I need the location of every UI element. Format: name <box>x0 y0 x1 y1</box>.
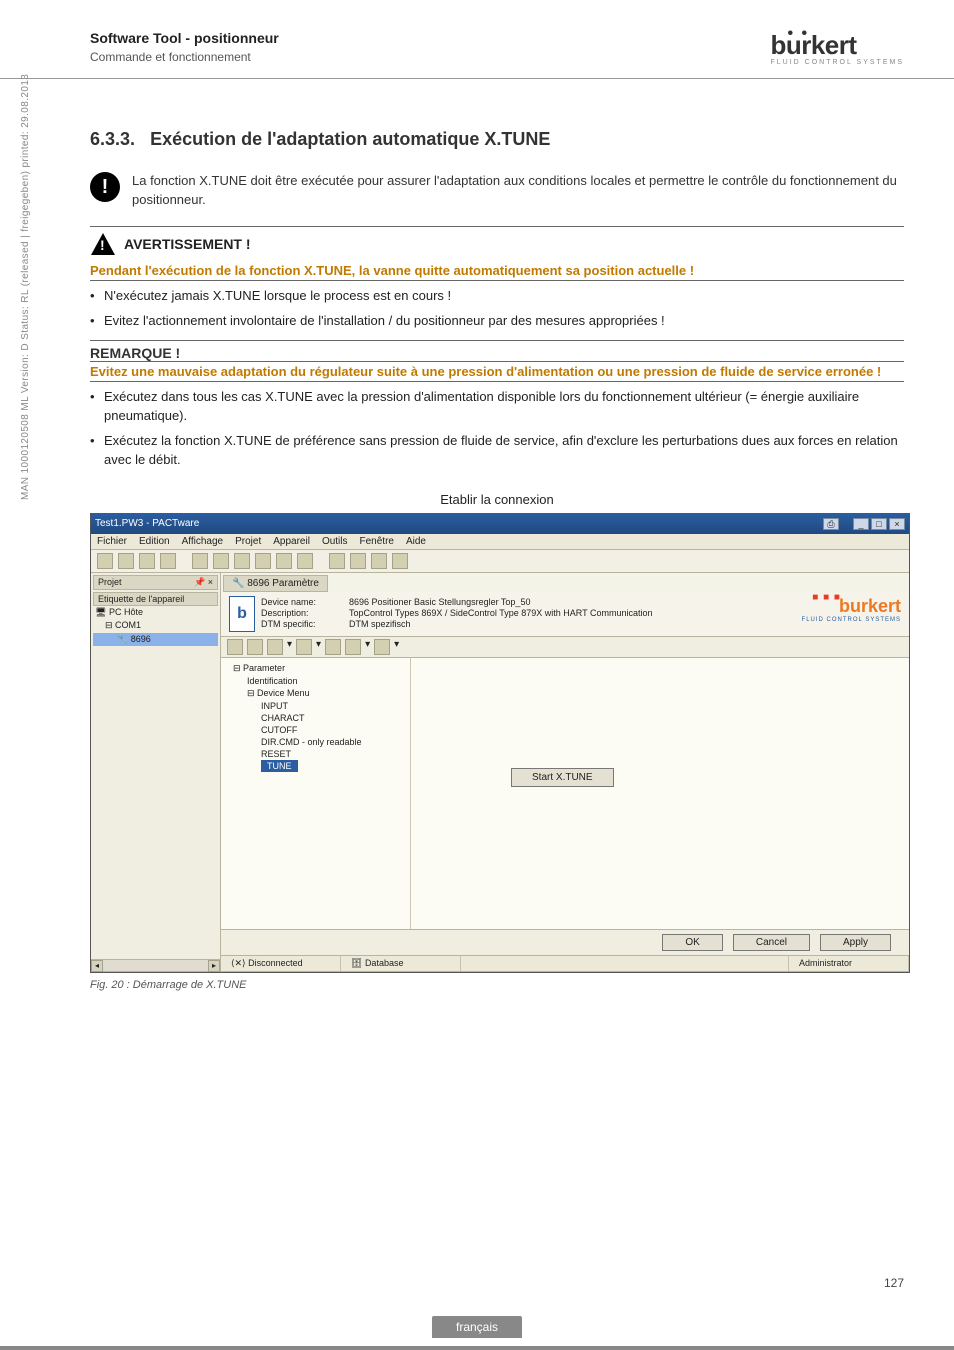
status-admin: Administrator <box>789 956 909 971</box>
warning-bullets: N'exécutez jamais X.TUNE lorsque le proc… <box>90 287 904 331</box>
toolbar-icon[interactable] <box>247 639 263 655</box>
devname-value: 8696 Positioner Basic Stellungsregler To… <box>349 597 530 607</box>
status-disconnected: ⟨✕⟩ Disconnected <box>221 956 341 971</box>
toolbar-icon[interactable] <box>213 553 229 569</box>
toolbar-icon[interactable] <box>371 553 387 569</box>
tree-pin-icon[interactable]: 📌 × <box>194 577 213 588</box>
param-charact[interactable]: CHARACT <box>225 712 406 724</box>
window-title: Test1.PW3 - PACTware <box>95 518 199 529</box>
toolbar-icon[interactable] <box>374 639 390 655</box>
toolbar-icon[interactable] <box>345 639 361 655</box>
device-icon: b <box>229 596 255 632</box>
toolbar-icon[interactable] <box>227 639 243 655</box>
param-input[interactable]: INPUT <box>225 700 406 712</box>
warning-subtitle: Pendant l'exécution de la fonction X.TUN… <box>90 261 904 281</box>
param-identification[interactable]: Identification <box>225 675 406 687</box>
apply-button[interactable]: Apply <box>820 934 891 951</box>
warning-title: AVERTISSEMENT ! <box>124 236 251 252</box>
toolbar-icon[interactable] <box>267 639 283 655</box>
toolbar-icon[interactable] <box>296 639 312 655</box>
minimize-button[interactable]: _ <box>853 518 869 530</box>
info-icon: ! <box>90 172 120 202</box>
section-heading: 6.3.3. Exécution de l'adaptation automat… <box>90 129 904 150</box>
param-cutoff[interactable]: CUTOFF <box>225 724 406 736</box>
toolbar-icon[interactable] <box>118 553 134 569</box>
start-xtune-button[interactable]: Start X.TUNE <box>511 768 614 787</box>
status-file: Test1.PW3 <box>221 972 391 973</box>
toolbar-icon[interactable] <box>392 553 408 569</box>
toolbar-icon[interactable] <box>255 553 271 569</box>
tree-item-com1[interactable]: ⊟ COM1 <box>93 619 218 632</box>
doc-title: Software Tool - positionneur <box>90 30 279 46</box>
maximize-button[interactable]: □ <box>871 518 887 530</box>
toolbar[interactable] <box>91 550 909 573</box>
menu-appareil[interactable]: Appareil <box>273 536 310 547</box>
param-dircmd[interactable]: DIR.CMD - only readable <box>225 736 406 748</box>
note-bullets: Exécutez dans tous les cas X.TUNE avec l… <box>90 388 904 469</box>
status-role: Administrateur <box>391 972 521 973</box>
toolbar-icon[interactable] <box>329 553 345 569</box>
menu-aide[interactable]: Aide <box>406 536 426 547</box>
menu-affichage[interactable]: Affichage <box>182 536 224 547</box>
devdesc-value: TopControl Types 869X / SideControl Type… <box>349 608 653 618</box>
toolbar-secondary[interactable]: ▾ ▾ ▾ ▾ <box>221 637 909 658</box>
param-root[interactable]: ⊟ Parameter <box>225 662 406 675</box>
status-database: 🗄 Database <box>341 956 461 971</box>
menu-projet[interactable]: Projet <box>235 536 261 547</box>
figure-top-caption: Etablir la connexion <box>90 492 904 507</box>
doc-subtitle: Commande et fonctionnement <box>90 50 279 64</box>
toolbar-icon[interactable] <box>276 553 292 569</box>
cancel-button[interactable]: Cancel <box>733 934 810 951</box>
devdesc-label: Description: <box>261 608 341 618</box>
tree-panel-label: Projet <box>98 577 122 587</box>
toolbar-icon[interactable] <box>97 553 113 569</box>
param-reset[interactable]: RESET <box>225 748 406 760</box>
param-tune[interactable]: TUNE <box>261 760 298 772</box>
scroll-left-icon[interactable]: ◂ <box>91 960 103 972</box>
footer-language: français <box>432 1316 522 1338</box>
menu-fenetre[interactable]: Fenêtre <box>360 536 394 547</box>
toolbar-icon[interactable] <box>192 553 208 569</box>
tree-scrollbar[interactable]: ◂ ▸ <box>91 959 220 971</box>
device-logo: ■ ■ ■burkert <box>802 596 901 617</box>
ok-button[interactable]: OK <box>662 934 722 951</box>
warning-icon <box>90 231 116 257</box>
tree-item-pc[interactable]: 🖥 PC Hôte <box>93 606 218 619</box>
close-button[interactable]: × <box>889 518 905 530</box>
note-title: REMARQUE ! <box>90 340 904 361</box>
toolbar-icon[interactable] <box>234 553 250 569</box>
figure-bottom-caption: Fig. 20 : Démarrage de X.TUNE <box>90 979 904 991</box>
scroll-right-icon[interactable]: ▸ <box>208 960 220 972</box>
brand-logo: • •burkert FLUID CONTROL SYSTEMS <box>770 30 904 66</box>
side-revision-text: MAN 1000120508 ML Version: D Status: RL … <box>20 74 31 500</box>
menu-outils[interactable]: Outils <box>322 536 348 547</box>
devdtm-value: DTM spezifisch <box>349 619 411 629</box>
printer-icon[interactable]: ⎙ <box>823 518 839 530</box>
page-number: 127 <box>884 1276 904 1290</box>
main-tab[interactable]: 🔧 8696 Paramètre <box>223 575 328 592</box>
note-subtitle: Evitez une mauvaise adaptation du régula… <box>90 361 904 382</box>
toolbar-icon[interactable] <box>350 553 366 569</box>
info-text: La fonction X.TUNE doit être exécutée po… <box>132 172 904 210</box>
devname-label: Device name: <box>261 597 341 607</box>
menu-fichier[interactable]: Fichier <box>97 536 127 547</box>
tree-item-8696[interactable]: 🔧 8696 <box>93 633 218 646</box>
toolbar-icon[interactable] <box>160 553 176 569</box>
menubar[interactable]: Fichier Edition Affichage Projet Apparei… <box>91 534 909 550</box>
tree-header-row: Etiquette de l'appareil <box>93 592 218 606</box>
screenshot-window: Test1.PW3 - PACTware ⎙ _ □ × Fichier Edi… <box>90 513 910 973</box>
menu-edition[interactable]: Edition <box>139 536 170 547</box>
toolbar-icon[interactable] <box>325 639 341 655</box>
toolbar-icon[interactable] <box>297 553 313 569</box>
param-devicemenu[interactable]: ⊟ Device Menu <box>225 687 406 700</box>
devdtm-label: DTM specific: <box>261 619 341 629</box>
toolbar-icon[interactable] <box>139 553 155 569</box>
